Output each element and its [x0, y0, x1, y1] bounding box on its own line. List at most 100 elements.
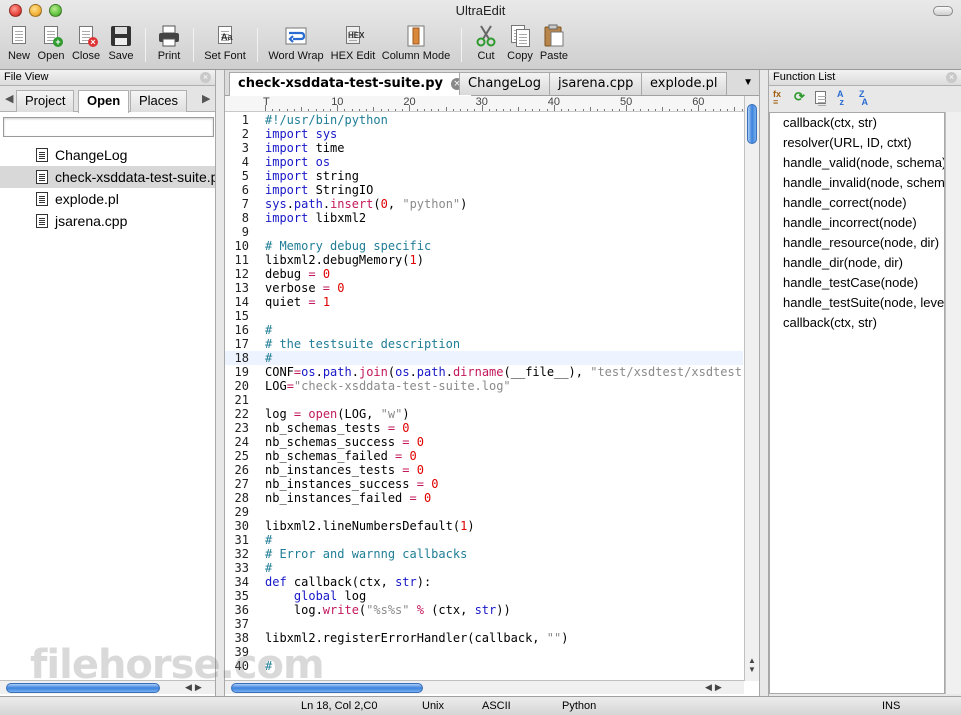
save-button[interactable]: Save [106, 24, 136, 66]
function-item[interactable]: callback(ctx, str) [770, 313, 944, 333]
file-item-explode[interactable]: explode.pl [0, 188, 215, 210]
function-list-vscrollbar[interactable] [945, 112, 961, 694]
code-line[interactable]: 3 import time [225, 141, 743, 155]
tab-project[interactable]: Project [16, 90, 75, 112]
function-item[interactable]: callback(ctx, str) [770, 113, 944, 133]
code-text[interactable]: nb_schemas_tests = 0 [265, 421, 410, 435]
file-item-changelog[interactable]: ChangeLog [0, 144, 215, 166]
code-text[interactable]: quiet = 1 [265, 295, 330, 309]
code-line[interactable]: 37 [225, 617, 743, 631]
function-item[interactable]: handle_resource(node, dir) [770, 233, 944, 253]
code-text[interactable]: import string [265, 169, 359, 183]
paste-button[interactable]: Paste [538, 24, 570, 66]
code-text[interactable]: libxml2.debugMemory(1) [265, 253, 424, 267]
new-button[interactable]: New [4, 24, 34, 66]
function-item[interactable]: handle_incorrect(node) [770, 213, 944, 233]
code-line[interactable]: 13 verbose = 0 [225, 281, 743, 295]
code-line[interactable]: 18 # [225, 351, 743, 365]
code-text[interactable]: # [265, 533, 272, 547]
code-text[interactable]: import os [265, 155, 330, 169]
code-text[interactable]: # the testsuite description [265, 337, 460, 351]
code-line[interactable]: 14 quiet = 1 [225, 295, 743, 309]
list-view-icon[interactable] [815, 90, 831, 106]
code-text[interactable]: LOG="check-xsddata-test-suite.log" [265, 379, 511, 393]
syntax-language[interactable]: Python [562, 700, 596, 712]
code-line[interactable]: 4 import os [225, 155, 743, 169]
code-text[interactable]: import libxml2 [265, 211, 366, 225]
set-font-button[interactable]: Aa Set Font [202, 24, 248, 66]
code-line[interactable]: 21 [225, 393, 743, 407]
code-line[interactable]: 31 # [225, 533, 743, 547]
code-text[interactable]: debug = 0 [265, 267, 330, 281]
file-item-jsarena[interactable]: jsarena.cpp [0, 210, 215, 232]
code-line[interactable]: 11 libxml2.debugMemory(1) [225, 253, 743, 267]
code-line[interactable]: 28 nb_instances_failed = 0 [225, 491, 743, 505]
function-item[interactable]: handle_testCase(node) [770, 273, 944, 293]
tab-scroll-left-icon[interactable]: ◀ [5, 92, 13, 105]
code-text[interactable]: import StringIO [265, 183, 373, 197]
tab-open[interactable]: Open [78, 90, 130, 113]
function-item[interactable]: handle_invalid(node, schema) [770, 173, 944, 193]
insert-mode[interactable]: INS [882, 700, 900, 712]
scroll-arrows-icon[interactable]: ▲ ▼ [748, 656, 756, 674]
function-item[interactable]: handle_testSuite(node, level) [770, 293, 944, 313]
hex-edit-button[interactable]: HEX HEX Edit [330, 24, 376, 66]
code-line[interactable]: 15 [225, 309, 743, 323]
code-line[interactable]: 35 global log [225, 589, 743, 603]
function-item[interactable]: handle_correct(node) [770, 193, 944, 213]
code-line[interactable]: 16 # [225, 323, 743, 337]
doc-tab-explode[interactable]: explode.pl [641, 72, 727, 95]
editor-vscrollbar[interactable]: ▲ ▼ [744, 96, 759, 681]
code-text[interactable]: #!/usr/bin/python [265, 113, 388, 127]
print-button[interactable]: Print [153, 24, 185, 66]
code-line[interactable]: 8 import libxml2 [225, 211, 743, 225]
code-line[interactable]: 12 debug = 0 [225, 267, 743, 281]
code-text[interactable]: nb_schemas_failed = 0 [265, 449, 417, 463]
encoding[interactable]: ASCII [482, 700, 511, 712]
code-text[interactable]: # [265, 561, 272, 575]
code-line[interactable]: 22 log = open(LOG, "w") [225, 407, 743, 421]
function-item[interactable]: resolver(URL, ID, ctxt) [770, 133, 944, 153]
tab-places[interactable]: Places [130, 90, 188, 112]
doc-tab-jsarena[interactable]: jsarena.cpp [549, 72, 643, 95]
open-button[interactable]: + Open [36, 24, 66, 66]
file-filter-input[interactable] [3, 117, 214, 137]
code-line[interactable]: 24 nb_schemas_success = 0 [225, 435, 743, 449]
code-line[interactable]: 19 CONF=os.path.join(os.path.dirname(__fi… [225, 365, 743, 379]
code-line[interactable]: 1 #!/usr/bin/python [225, 113, 743, 127]
code-text[interactable]: CONF=os.path.join(os.path.dirname(__file… [265, 365, 743, 379]
code-text[interactable]: log = open(LOG, "w") [265, 407, 410, 421]
word-wrap-button[interactable]: Word Wrap [266, 24, 326, 66]
doc-tab-check-xsddata[interactable]: check-xsddata-test-suite.py × [229, 72, 472, 96]
code-line[interactable]: 9 [225, 225, 743, 239]
column-mode-button[interactable]: Column Mode [381, 24, 451, 66]
code-text[interactable]: import sys [265, 127, 337, 141]
toolbar-toggle-button[interactable] [933, 6, 953, 16]
code-text[interactable]: nb_instances_tests = 0 [265, 463, 424, 477]
close-panel-icon[interactable]: × [200, 72, 211, 83]
code-text[interactable]: nb_instances_failed = 0 [265, 491, 431, 505]
code-area[interactable]: 1 #!/usr/bin/python 2 import sys 3 import tim… [225, 113, 743, 679]
code-text[interactable]: verbose = 0 [265, 281, 345, 295]
function-item[interactable]: handle_dir(node, dir) [770, 253, 944, 273]
code-line[interactable]: 36 log.write("%s%s" % (ctx, str)) [225, 603, 743, 617]
code-text[interactable]: # Error and warnng callbacks [265, 547, 467, 561]
scroll-arrows-icon[interactable]: ◀▶ [705, 682, 725, 693]
code-line[interactable]: 26 nb_instances_tests = 0 [225, 463, 743, 477]
code-text[interactable]: sys.path.insert(0, "python") [265, 197, 467, 211]
tab-scroll-right-icon[interactable]: ▶ [202, 92, 210, 105]
code-line[interactable]: 20 LOG="check-xsddata-test-suite.log" [225, 379, 743, 393]
code-text[interactable]: # [265, 323, 272, 337]
code-text[interactable]: log.write("%s%s" % (ctx, str)) [265, 603, 511, 617]
close-panel-icon[interactable]: × [946, 72, 957, 83]
code-line[interactable]: 30 libxml2.lineNumbersDefault(1) [225, 519, 743, 533]
code-text[interactable]: def callback(ctx, str): [265, 575, 431, 589]
code-line[interactable]: 7 sys.path.insert(0, "python") [225, 197, 743, 211]
code-text[interactable]: # [265, 351, 272, 365]
code-text[interactable]: global log [265, 589, 366, 603]
code-text[interactable]: nb_instances_success = 0 [265, 477, 438, 491]
file-item-check-xsddata[interactable]: check-xsddata-test-suite.py [0, 166, 215, 188]
doc-tab-changelog[interactable]: ChangeLog [459, 72, 550, 95]
code-text[interactable]: libxml2.lineNumbersDefault(1) [265, 519, 475, 533]
code-line[interactable]: 27 nb_instances_success = 0 [225, 477, 743, 491]
